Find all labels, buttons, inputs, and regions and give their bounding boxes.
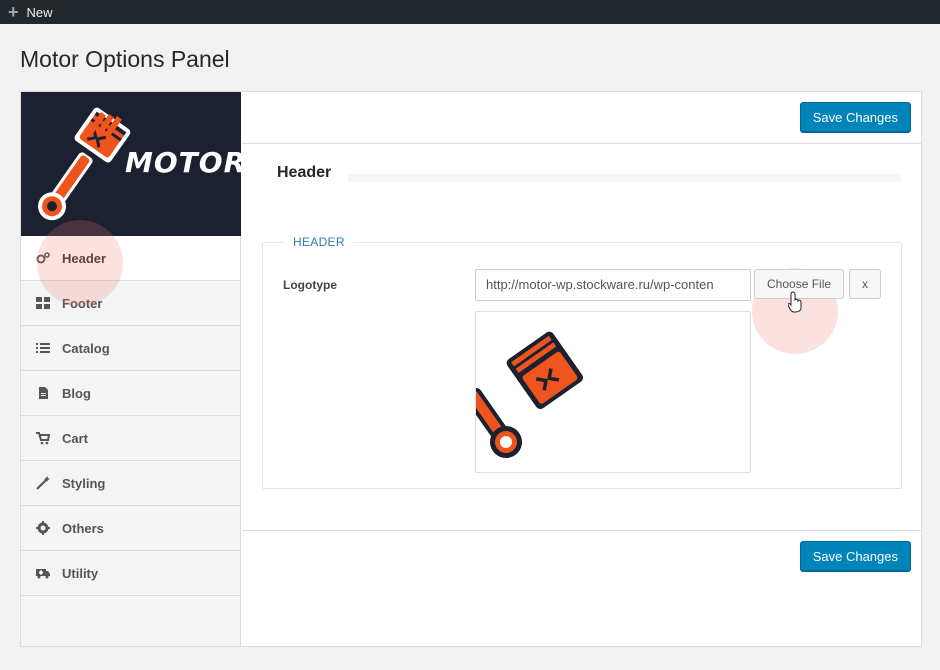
options-panel: MOTOR Header Footer Catalog Blog Cart St… — [20, 91, 922, 647]
sidebar-item-utility[interactable]: Utility — [21, 551, 240, 596]
list-icon — [36, 341, 50, 355]
sidebar-item-styling[interactable]: Styling — [21, 461, 240, 506]
top-toolbar: Save Changes — [242, 92, 921, 144]
gears-icon — [36, 251, 50, 265]
sidebar-item-blog[interactable]: Blog — [21, 371, 240, 416]
logotype-label: Logotype — [283, 278, 337, 292]
plus-icon[interactable]: + — [8, 3, 19, 21]
gear-icon — [36, 521, 50, 535]
admin-bar: + New — [0, 0, 940, 24]
magic-wand-icon — [36, 476, 50, 490]
grid-icon — [36, 296, 50, 310]
sidebar-item-label: Utility — [62, 565, 99, 581]
sidebar-item-others[interactable]: Others — [21, 506, 240, 551]
sidebar-item-label: Others — [62, 520, 104, 536]
page-title: Motor Options Panel — [20, 46, 230, 72]
sidebar-item-header[interactable]: Header — [21, 236, 240, 281]
document-icon — [36, 386, 50, 400]
ambulance-icon — [36, 566, 50, 580]
sidebar-item-label: Blog — [62, 385, 91, 401]
logo-text: MOTOR — [125, 146, 241, 179]
sidebar-item-label: Catalog — [62, 340, 110, 356]
piston-image — [476, 331, 584, 458]
sidebar-item-cart[interactable]: Cart — [21, 416, 240, 461]
save-changes-button-bottom[interactable]: Save Changes — [799, 541, 911, 571]
motor-logo: MOTOR — [21, 92, 241, 236]
logo-preview — [475, 311, 751, 473]
sidebar-item-label: Header — [62, 250, 107, 266]
section-title: Header — [277, 164, 332, 181]
fieldset-legend: HEADER — [285, 235, 353, 249]
sidebar: MOTOR Header Footer Catalog Blog Cart St… — [21, 92, 241, 646]
bottom-toolbar: Save Changes — [242, 530, 921, 580]
sidebar-item-footer[interactable]: Footer — [21, 281, 240, 326]
new-link[interactable]: New — [27, 5, 53, 20]
section-divider — [348, 174, 902, 182]
logotype-url-input[interactable]: http://motor-wp.stockware.ru/wp-conten — [475, 269, 751, 301]
main-content: Save Changes Header HEADER Logotype http… — [242, 92, 921, 646]
sidebar-nav: Header Footer Catalog Blog Cart Styling … — [21, 236, 240, 596]
header-fieldset: HEADER Logotype http://motor-wp.stockwar… — [262, 235, 902, 489]
sidebar-item-label: Styling — [62, 475, 106, 491]
sidebar-item-label: Cart — [62, 430, 89, 446]
remove-file-button[interactable]: x — [849, 269, 881, 299]
save-changes-button-top[interactable]: Save Changes — [799, 102, 911, 132]
sidebar-item-label: Footer — [62, 295, 103, 311]
piston-logo-icon: MOTOR — [38, 107, 241, 221]
cart-icon — [36, 431, 50, 445]
hand-cursor-icon — [788, 291, 802, 313]
sidebar-item-catalog[interactable]: Catalog — [21, 326, 240, 371]
